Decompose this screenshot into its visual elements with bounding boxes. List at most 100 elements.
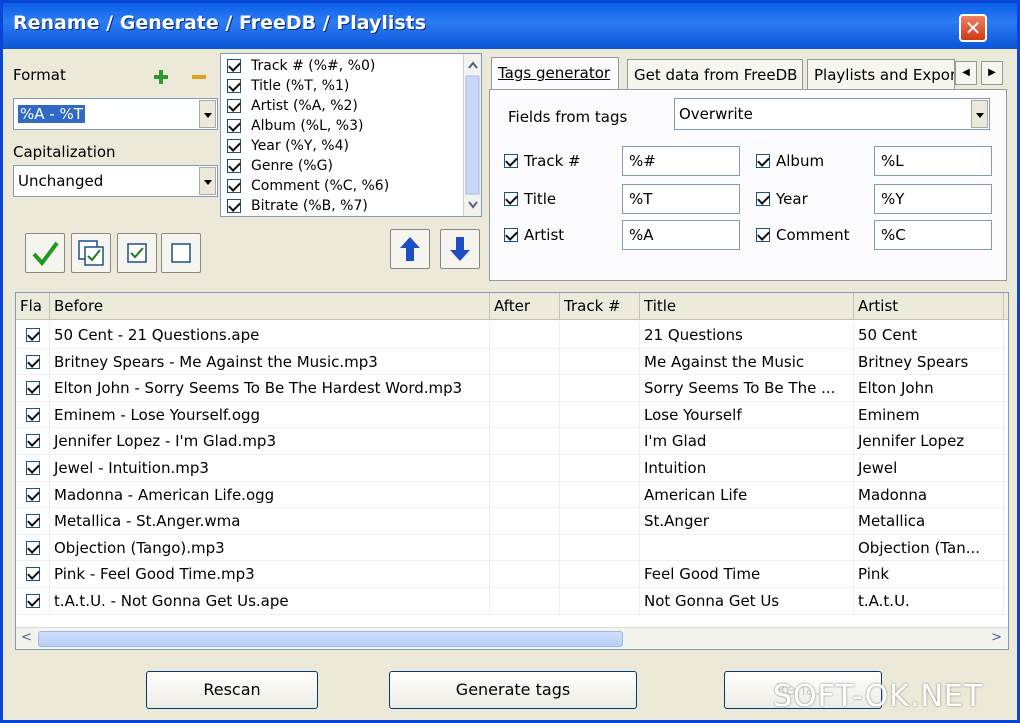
tag-row-comment[interactable]: Comment [756, 226, 850, 244]
checkbox[interactable] [26, 354, 40, 369]
field-item[interactable]: Bitrate (%B, %7) [227, 196, 368, 216]
table-row[interactable]: Pink - Feel Good Time.mp3 Feel Good Time P… [16, 561, 1008, 588]
chevron-down-icon[interactable] [199, 167, 216, 195]
files-grid[interactable]: Fla Before After Track # Title Artist 50… [15, 292, 1009, 650]
uncheck-all-button[interactable] [161, 233, 201, 273]
checkbox[interactable] [504, 192, 518, 206]
check-selected-button[interactable] [117, 233, 157, 273]
cell-title: Lose Yourself [640, 401, 854, 428]
checkbox[interactable] [26, 434, 40, 449]
tag-row-track[interactable]: Track # [504, 152, 581, 170]
checkbox[interactable] [227, 159, 241, 173]
rescan-button[interactable]: Rescan [146, 671, 318, 709]
tag-row-album[interactable]: Album [756, 152, 824, 170]
checkbox[interactable] [756, 228, 770, 242]
checkbox[interactable] [227, 179, 241, 193]
table-row[interactable]: Madonna - American Life.ogg American Life… [16, 481, 1008, 509]
column-header-track[interactable]: Track # [560, 293, 640, 320]
field-item[interactable]: Year (%Y, %4) [227, 136, 349, 156]
checkbox[interactable] [26, 381, 40, 396]
checkbox[interactable] [227, 119, 241, 133]
table-row[interactable]: Objection (Tango).mp3 Objection (Tan... [16, 534, 1008, 562]
checkbox[interactable] [26, 487, 40, 502]
tab-tags-generator[interactable]: Tags generator [491, 57, 619, 89]
cell-before: t.A.t.U. - Not Gonna Get Us.ape [50, 588, 490, 614]
comment-field[interactable]: %C [874, 220, 992, 250]
scroll-thumb[interactable] [38, 631, 623, 647]
tab-playlists-export[interactable]: Playlists and Export [807, 59, 955, 89]
fields-from-tags-combo[interactable]: Overwrite [674, 98, 990, 130]
checkbox[interactable] [227, 139, 241, 153]
track-field[interactable]: %# [622, 146, 740, 176]
year-field[interactable]: %Y [874, 184, 992, 214]
field-list-scrollbar[interactable] [463, 54, 481, 216]
tab-freedb[interactable]: Get data from FreeDB [627, 59, 803, 89]
tag-row-artist[interactable]: Artist [504, 226, 564, 244]
plus-icon[interactable] [153, 69, 169, 85]
column-header-before[interactable]: Before [50, 293, 490, 320]
row-checkbox-cell [16, 348, 50, 375]
cell-after [490, 348, 560, 375]
tab-scroll-left-button[interactable]: ◀ [955, 61, 977, 85]
capitalization-combo[interactable]: Unchanged [13, 165, 218, 197]
field-item[interactable]: Title (%T, %1) [227, 76, 349, 96]
tag-row-title[interactable]: Title [504, 190, 556, 208]
checkbox[interactable] [26, 567, 40, 582]
checkbox[interactable] [227, 199, 241, 213]
minus-icon[interactable] [191, 69, 207, 85]
checkbox[interactable] [26, 407, 40, 422]
checkbox[interactable] [26, 328, 40, 342]
field-checklist[interactable]: Track # (%#, %0) Title (%T, %1) Artist (… [220, 53, 482, 217]
title-bar[interactable]: Rename / Generate / FreeDB / Playlists ✕ [3, 3, 1017, 49]
checkbox[interactable] [756, 192, 770, 206]
column-header-flag[interactable]: Fla [16, 293, 50, 320]
chevron-down-icon[interactable] [971, 100, 988, 128]
table-row[interactable]: Metallica - St.Anger.wma St.Anger Metallic… [16, 508, 1008, 535]
column-header-artist[interactable]: Artist [854, 293, 1004, 320]
table-row[interactable]: t.A.t.U. - Not Gonna Get Us.ape Not Gonna… [16, 588, 1008, 615]
column-header-title[interactable]: Title [640, 293, 854, 320]
field-item[interactable]: Track # (%#, %0) [227, 56, 375, 76]
scroll-right-icon[interactable]: > [991, 630, 1002, 645]
move-down-button[interactable] [440, 229, 480, 269]
table-row[interactable]: Jewel - Intuition.mp3 Intuition Jewel [16, 455, 1008, 482]
title-field[interactable]: %T [622, 184, 740, 214]
album-field[interactable]: %L [874, 146, 992, 176]
checkbox[interactable] [26, 461, 40, 475]
checkbox[interactable] [227, 79, 241, 93]
checkbox[interactable] [227, 59, 241, 73]
checkbox[interactable] [26, 540, 40, 555]
column-header-after[interactable]: After [490, 293, 560, 320]
field-item[interactable]: Artist (%A, %2) [227, 96, 358, 116]
checkbox[interactable] [504, 228, 518, 242]
chevron-down-icon[interactable] [199, 100, 216, 128]
checkbox[interactable] [756, 154, 770, 168]
table-row[interactable]: Eminem - Lose Yourself.ogg Lose Yourself E… [16, 401, 1008, 429]
checkbox[interactable] [26, 594, 40, 608]
table-row[interactable]: Britney Spears - Me Against the Music.mp… [16, 348, 1008, 376]
checkbox[interactable] [26, 514, 40, 529]
field-item[interactable]: Album (%L, %3) [227, 116, 363, 136]
cell-artist: Jennifer Lopez [854, 428, 1004, 455]
window-title: Rename / Generate / FreeDB / Playlists [13, 12, 427, 34]
checkbox[interactable] [504, 154, 518, 168]
artist-field[interactable]: %A [622, 220, 740, 250]
field-item[interactable]: Comment (%C, %6) [227, 176, 389, 196]
field-item[interactable]: Genre (%G) [227, 156, 333, 176]
table-row[interactable]: Jennifer Lopez - I'm Glad.mp3 I'm Glad Jen… [16, 428, 1008, 455]
checkbox[interactable] [227, 99, 241, 113]
check-all-button[interactable] [71, 233, 111, 273]
tag-row-year[interactable]: Year [756, 190, 808, 208]
scroll-left-icon[interactable]: < [21, 630, 32, 645]
cell-track [560, 481, 640, 508]
table-row[interactable]: 50 Cent - 21 Questions.ape 21 Questions 50… [16, 322, 1008, 349]
move-up-button[interactable] [390, 229, 430, 269]
cell-after [490, 508, 560, 535]
generate-tags-button[interactable]: Generate tags [389, 671, 637, 709]
check-apply-button[interactable] [25, 233, 65, 273]
format-combo[interactable]: %A - %T [13, 98, 218, 130]
grid-horizontal-scrollbar[interactable]: < > [16, 627, 1008, 649]
tab-scroll-right-button[interactable]: ▶ [981, 61, 1003, 85]
table-row[interactable]: Elton John - Sorry Seems To Be The Harde… [16, 375, 1008, 402]
close-button[interactable]: ✕ [959, 14, 987, 42]
